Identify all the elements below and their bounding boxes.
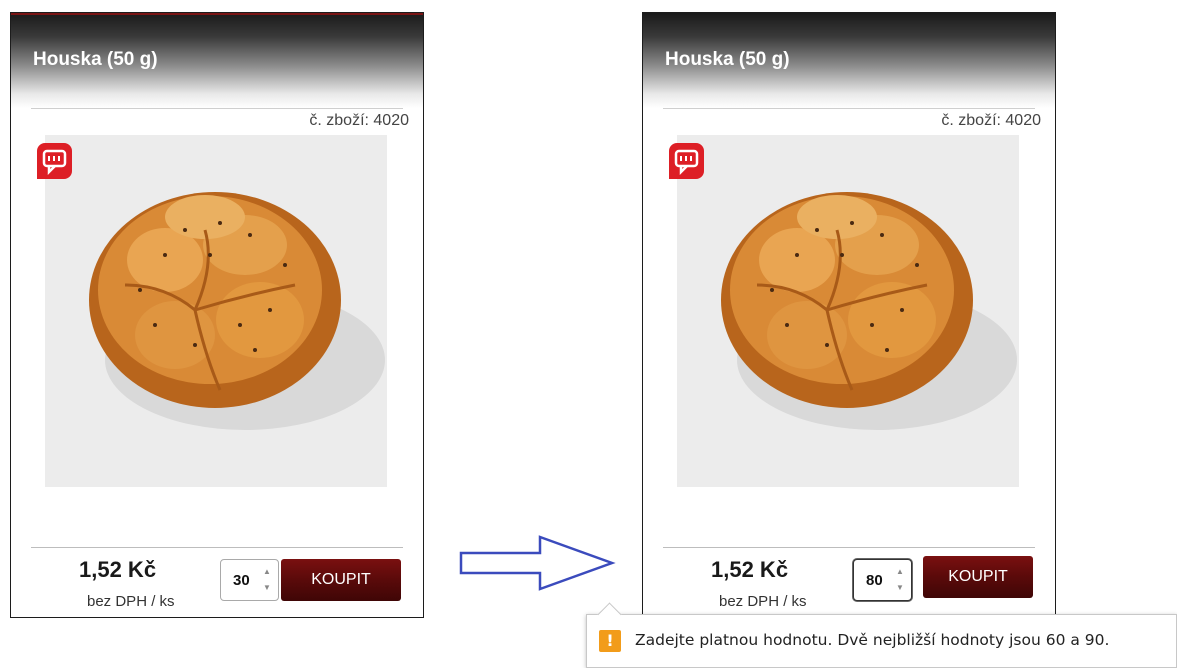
product-image[interactable]: [677, 135, 1019, 487]
quantity-input[interactable]: 80 ▲ ▼: [853, 559, 912, 601]
price: 1,52 Kč: [711, 557, 789, 582]
divider: [663, 547, 1035, 548]
validation-message: Zadejte platnou hodnotu. Dvě nejbližší h…: [635, 631, 1110, 649]
product-number: č. zboží: 4020: [309, 112, 409, 129]
card-header: Houska (50 g): [643, 13, 1055, 108]
quantity-value: 80: [866, 572, 883, 589]
spin-up-icon[interactable]: ▲: [895, 566, 905, 578]
divider: [31, 547, 403, 548]
divider: [31, 108, 403, 109]
price-unit: bez DPH / ks: [87, 593, 175, 610]
header-accent-line: [11, 13, 423, 15]
comment-icon[interactable]: [37, 143, 72, 179]
price-unit: bez DPH / ks: [719, 593, 807, 610]
validation-tooltip: ! Zadejte platnou hodnotu. Dvě nejbližší…: [586, 602, 1177, 668]
product-title[interactable]: Houska (50 g): [665, 49, 790, 71]
product-image[interactable]: [45, 135, 387, 487]
product-title[interactable]: Houska (50 g): [33, 49, 158, 71]
quantity-value: 30: [233, 572, 250, 589]
price: 1,52 Kč: [79, 557, 157, 582]
quantity-input[interactable]: 30 ▲ ▼: [220, 559, 279, 601]
spin-down-icon[interactable]: ▼: [895, 582, 905, 594]
divider: [663, 108, 1035, 109]
bread-roll-image: [45, 135, 387, 487]
product-number: č. zboží: 4020: [941, 112, 1041, 129]
spin-up-icon[interactable]: ▲: [262, 566, 272, 578]
tooltip-pointer: [597, 602, 622, 627]
comment-icon[interactable]: [669, 143, 704, 179]
warning-icon: !: [599, 630, 621, 652]
spin-down-icon[interactable]: ▼: [262, 582, 272, 594]
product-card: Houska (50 g) č. zboží: 4020 1,52 Kč bez…: [642, 12, 1056, 618]
card-header: Houska (50 g): [11, 13, 423, 108]
product-card: Houska (50 g) č. zboží: 4020 1,52 Kč bez…: [10, 12, 424, 618]
buy-button[interactable]: KOUPIT: [923, 556, 1033, 598]
bread-roll-image: [677, 135, 1019, 487]
buy-button[interactable]: KOUPIT: [281, 559, 401, 601]
arrow-right-icon: [459, 535, 616, 591]
